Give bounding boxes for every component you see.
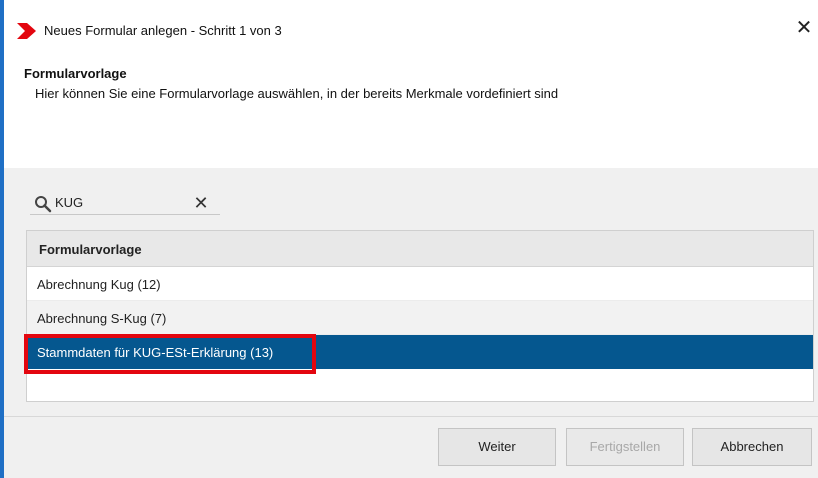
row-label: Abrechnung S-Kug (7) xyxy=(37,311,167,326)
search-icon xyxy=(35,196,52,213)
row-label: Abrechnung Kug (12) xyxy=(37,277,161,292)
table-header: Formularvorlage xyxy=(27,231,813,267)
table-row-selected[interactable]: Stammdaten für KUG-ESt-Erklärung (13) xyxy=(27,335,813,369)
cancel-button[interactable]: Abbrechen xyxy=(692,428,812,466)
section-description: Hier können Sie eine Formularvorlage aus… xyxy=(35,86,559,101)
footer-divider xyxy=(4,416,818,417)
search-input[interactable]: KUG ✕ xyxy=(30,192,220,215)
title-bar: Neues Formular anlegen - Schritt 1 von 3… xyxy=(4,0,818,56)
window-title: Neues Formular anlegen - Schritt 1 von 3 xyxy=(44,23,282,38)
red-chevron-logo-icon xyxy=(17,23,36,39)
row-label: Stammdaten für KUG-ESt-Erklärung (13) xyxy=(37,345,274,360)
table-row[interactable]: Abrechnung S-Kug (7) xyxy=(27,301,813,335)
next-button[interactable]: Weiter xyxy=(438,428,556,466)
clear-search-icon[interactable]: ✕ xyxy=(190,192,212,214)
table-row[interactable]: Abrechnung Kug (12) xyxy=(27,267,813,301)
finish-button[interactable]: Fertigstellen xyxy=(566,428,684,466)
search-value[interactable]: KUG xyxy=(55,195,83,210)
section-title: Formularvorlage xyxy=(24,66,127,81)
close-icon[interactable]: ✕ xyxy=(794,18,814,38)
step-header: Formularvorlage Hier können Sie eine For… xyxy=(4,56,818,168)
template-table: Formularvorlage Abrechnung Kug (12) Abre… xyxy=(26,230,814,402)
dialog-window: Neues Formular anlegen - Schritt 1 von 3… xyxy=(0,0,818,478)
column-header-formularvorlage[interactable]: Formularvorlage xyxy=(39,242,142,257)
